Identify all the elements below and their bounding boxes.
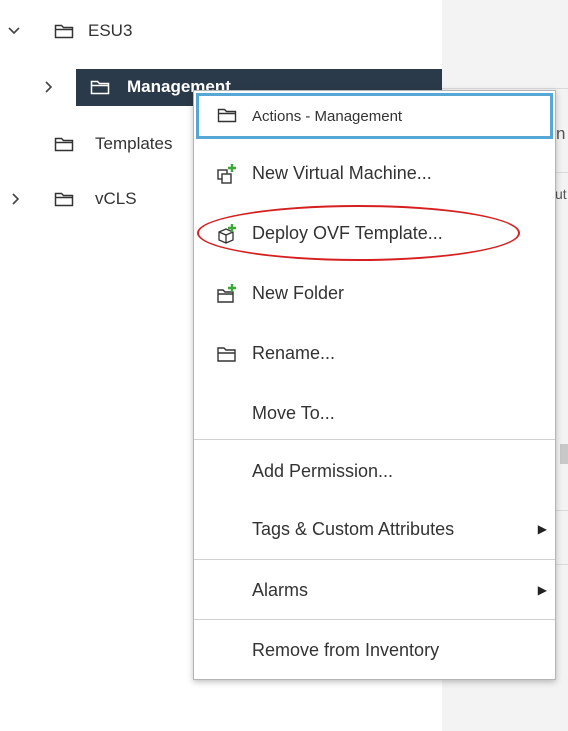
menu-item-tags-custom-attributes[interactable]: Tags & Custom Attributes ▶ — [194, 499, 555, 559]
menu-item-deploy-ovf-template[interactable]: Deploy OVF Template... — [194, 203, 555, 263]
tree-item-label: Templates — [95, 134, 173, 153]
tree-item-esu3[interactable]: ESU3 — [0, 14, 200, 48]
tree-item-label: vCLS — [95, 189, 137, 208]
actions-context-menu: Actions - Management New Virtual Machine… — [193, 90, 556, 680]
folder-icon — [216, 343, 238, 365]
menu-item-new-folder[interactable]: New Folder — [194, 263, 555, 323]
menu-item-rename[interactable]: Rename... — [194, 323, 555, 383]
menu-item-label: New Folder — [252, 282, 345, 303]
menu-item-label: Add Permission... — [252, 460, 394, 481]
menu-item-label: Rename... — [252, 342, 336, 363]
tree-item-vcls[interactable]: vCLS — [0, 182, 200, 216]
folder-icon — [54, 23, 74, 39]
chevron-right-icon[interactable] — [9, 192, 23, 206]
tree-item-label: ESU3 — [88, 21, 133, 40]
menu-item-label: Tags & Custom Attributes — [252, 518, 455, 539]
menu-item-move-to[interactable]: Move To... — [194, 383, 555, 443]
menu-item-label: Move To... — [252, 402, 335, 423]
menu-item-new-virtual-machine[interactable]: New Virtual Machine... — [194, 143, 555, 203]
menu-item-label: Deploy OVF Template... — [252, 222, 443, 243]
menu-item-label: Remove from Inventory — [252, 639, 440, 660]
pane-scroll-block — [560, 444, 568, 464]
menu-separator — [194, 439, 555, 440]
menu-header-label: Actions - Management — [252, 107, 403, 125]
deploy-ovf-icon — [216, 223, 238, 245]
submenu-arrow-icon: ▶ — [537, 522, 547, 536]
tree-item-templates[interactable]: Templates — [0, 127, 200, 161]
chevron-right-icon[interactable] — [42, 80, 56, 94]
submenu-arrow-icon: ▶ — [537, 583, 547, 597]
folder-icon — [54, 136, 74, 152]
pane-partial-text: ut — [555, 186, 567, 202]
pane-divider — [442, 88, 568, 89]
new-vm-icon — [216, 163, 238, 185]
chevron-down-icon[interactable] — [7, 24, 21, 38]
pane-partial-text: n — [556, 124, 566, 143]
menu-item-label: New Virtual Machine... — [252, 162, 432, 183]
menu-item-alarms[interactable]: Alarms ▶ — [194, 560, 555, 620]
folder-icon — [54, 191, 74, 207]
folder-icon — [217, 107, 237, 123]
menu-item-remove-from-inventory[interactable]: Remove from Inventory — [194, 620, 555, 680]
menu-header: Actions - Management — [196, 93, 553, 139]
menu-item-add-permission[interactable]: Add Permission... — [194, 441, 555, 501]
menu-item-label: Alarms — [252, 579, 309, 600]
folder-icon — [90, 79, 110, 95]
new-folder-icon — [216, 283, 238, 305]
